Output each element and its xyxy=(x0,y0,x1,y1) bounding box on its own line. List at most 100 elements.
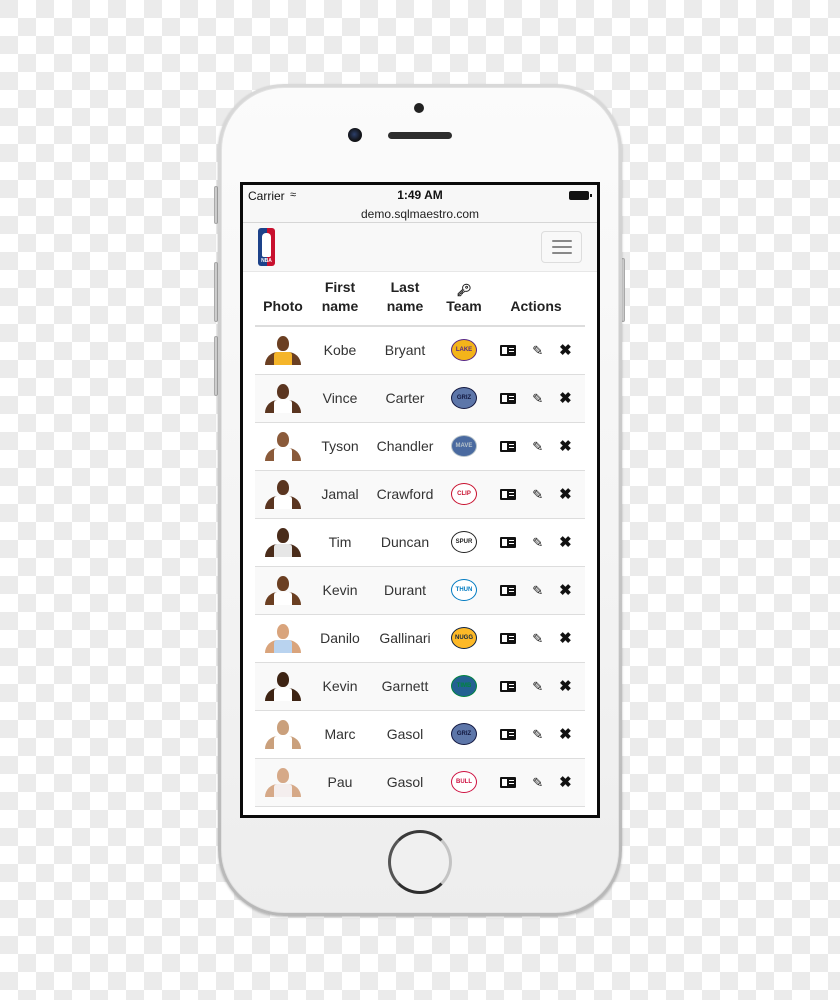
view-card-icon[interactable] xyxy=(500,584,517,596)
pencil-icon[interactable]: ✎ xyxy=(532,392,543,405)
team-cell: TIMB xyxy=(441,662,487,711)
player-photo[interactable] xyxy=(264,335,302,366)
actions-cell: ✎ ✖ xyxy=(487,518,585,567)
player-photo[interactable] xyxy=(264,719,302,749)
pencil-icon[interactable]: ✎ xyxy=(532,584,543,597)
header-first-name[interactable]: First name xyxy=(311,272,369,327)
last-name-cell: Carter xyxy=(369,374,441,423)
close-icon[interactable]: ✖ xyxy=(559,583,572,598)
team-logo-icon: SPUR xyxy=(451,531,477,553)
photo-cell xyxy=(255,758,311,807)
last-name-cell: Gasol xyxy=(369,710,441,759)
close-icon[interactable]: ✖ xyxy=(559,727,572,742)
close-icon[interactable]: ✖ xyxy=(559,391,572,406)
view-card-icon[interactable] xyxy=(500,344,517,356)
last-name: Gasol xyxy=(386,774,424,790)
hamburger-menu-button[interactable] xyxy=(541,231,582,263)
view-card-icon[interactable] xyxy=(500,776,517,788)
player-photo[interactable] xyxy=(264,383,302,413)
player-photo[interactable] xyxy=(264,767,302,797)
team-logo-icon: BULL xyxy=(451,771,477,793)
nba-logo[interactable]: NBA xyxy=(258,228,275,266)
close-icon[interactable]: ✖ xyxy=(559,343,572,358)
pencil-icon[interactable]: ✎ xyxy=(532,488,543,501)
header-team[interactable]: 🔑︎ Team xyxy=(441,272,487,327)
photo-cell xyxy=(255,518,311,567)
last-name: Durant xyxy=(383,582,427,598)
address-bar[interactable]: demo.sqlmaestro.com xyxy=(243,207,597,223)
team-cell: GRIZ xyxy=(441,710,487,759)
actions-cell: ✎ ✖ xyxy=(487,470,585,519)
close-icon[interactable]: ✖ xyxy=(559,439,572,454)
proximity-sensor xyxy=(414,103,424,113)
actions-cell: ✎ ✖ xyxy=(487,758,585,807)
header-last-name[interactable]: Last name xyxy=(369,272,441,327)
player-photo[interactable] xyxy=(264,575,302,605)
first-name-cell: Kobe xyxy=(311,326,369,375)
first-name: Jamal xyxy=(321,486,359,502)
first-name-cell: Jamal xyxy=(311,470,369,519)
header-photo[interactable]: Photo xyxy=(255,272,311,327)
close-icon[interactable]: ✖ xyxy=(559,535,572,550)
table-row-marc-gasol: Marc Gasol GRIZ ✎ ✖ xyxy=(255,710,585,759)
phone-screen: Carrier ≈ 1:49 AM demo.sqlmaestro.com NB… xyxy=(240,182,600,818)
team-logo-icon: TIMB xyxy=(451,675,477,697)
first-name: Pau xyxy=(327,774,353,790)
first-name: Kevin xyxy=(322,582,358,598)
close-icon[interactable]: ✖ xyxy=(559,679,572,694)
last-name-cell: Durant xyxy=(369,566,441,615)
player-photo[interactable] xyxy=(264,623,302,653)
view-card-icon[interactable] xyxy=(500,488,517,500)
photo-cell xyxy=(255,326,311,375)
player-photo[interactable] xyxy=(264,527,302,557)
first-name: Danilo xyxy=(320,630,360,646)
first-name-cell: Vince xyxy=(311,374,369,423)
first-name-cell: Kevin xyxy=(311,662,369,711)
first-name: Marc xyxy=(324,726,356,742)
team-logo-icon: NUGG xyxy=(451,627,477,649)
last-name-cell: Bryant xyxy=(369,326,441,375)
front-camera-icon xyxy=(348,128,362,142)
view-card-icon[interactable] xyxy=(500,728,517,740)
table-row-kevin-durant: Kevin Durant THUN ✎ ✖ xyxy=(255,566,585,615)
first-name: Tim xyxy=(328,534,352,550)
view-card-icon[interactable] xyxy=(500,392,517,404)
pencil-icon[interactable]: ✎ xyxy=(532,536,543,549)
team-logo-icon: CLIP xyxy=(451,483,477,505)
actions-cell: ✎ ✖ xyxy=(487,422,585,471)
view-card-icon[interactable] xyxy=(500,632,517,644)
first-name-cell: Marc xyxy=(311,710,369,759)
close-icon[interactable]: ✖ xyxy=(559,631,572,646)
first-name: Kobe xyxy=(323,342,357,359)
team-logo-icon: GRIZ xyxy=(451,387,477,409)
table-row-kevin-garnett: Kevin Garnett TIMB ✎ ✖ xyxy=(255,662,585,711)
photo-cell xyxy=(255,710,311,759)
pencil-icon[interactable]: ✎ xyxy=(532,440,543,453)
pencil-icon[interactable]: ✎ xyxy=(532,728,543,741)
view-card-icon[interactable] xyxy=(500,536,517,548)
actions-cell: ✎ ✖ xyxy=(487,662,585,711)
home-button[interactable] xyxy=(388,830,452,894)
photo-cell xyxy=(255,662,311,711)
earpiece-speaker xyxy=(388,132,452,139)
first-name-cell: Tim xyxy=(311,518,369,567)
actions-cell: ✎ ✖ xyxy=(487,326,585,375)
pencil-icon[interactable]: ✎ xyxy=(532,776,543,789)
photo-cell xyxy=(255,614,311,663)
header-team-label: Team xyxy=(446,298,482,314)
player-photo[interactable] xyxy=(264,479,302,509)
close-icon[interactable]: ✖ xyxy=(559,487,572,502)
view-card-icon[interactable] xyxy=(500,680,517,692)
pencil-icon[interactable]: ✎ xyxy=(532,632,543,645)
close-icon[interactable]: ✖ xyxy=(559,775,572,790)
view-card-icon[interactable] xyxy=(500,440,517,452)
url-text: demo.sqlmaestro.com xyxy=(360,207,480,221)
team-logo-icon: GRIZ xyxy=(451,723,477,745)
team-cell: GRIZ xyxy=(441,374,487,423)
battery-icon xyxy=(569,191,592,200)
player-photo[interactable] xyxy=(264,671,302,701)
status-bar: Carrier ≈ 1:49 AM xyxy=(243,185,597,207)
player-photo[interactable] xyxy=(264,431,302,461)
pencil-icon[interactable]: ✎ xyxy=(532,680,543,693)
pencil-icon[interactable]: ✎ xyxy=(532,344,543,357)
